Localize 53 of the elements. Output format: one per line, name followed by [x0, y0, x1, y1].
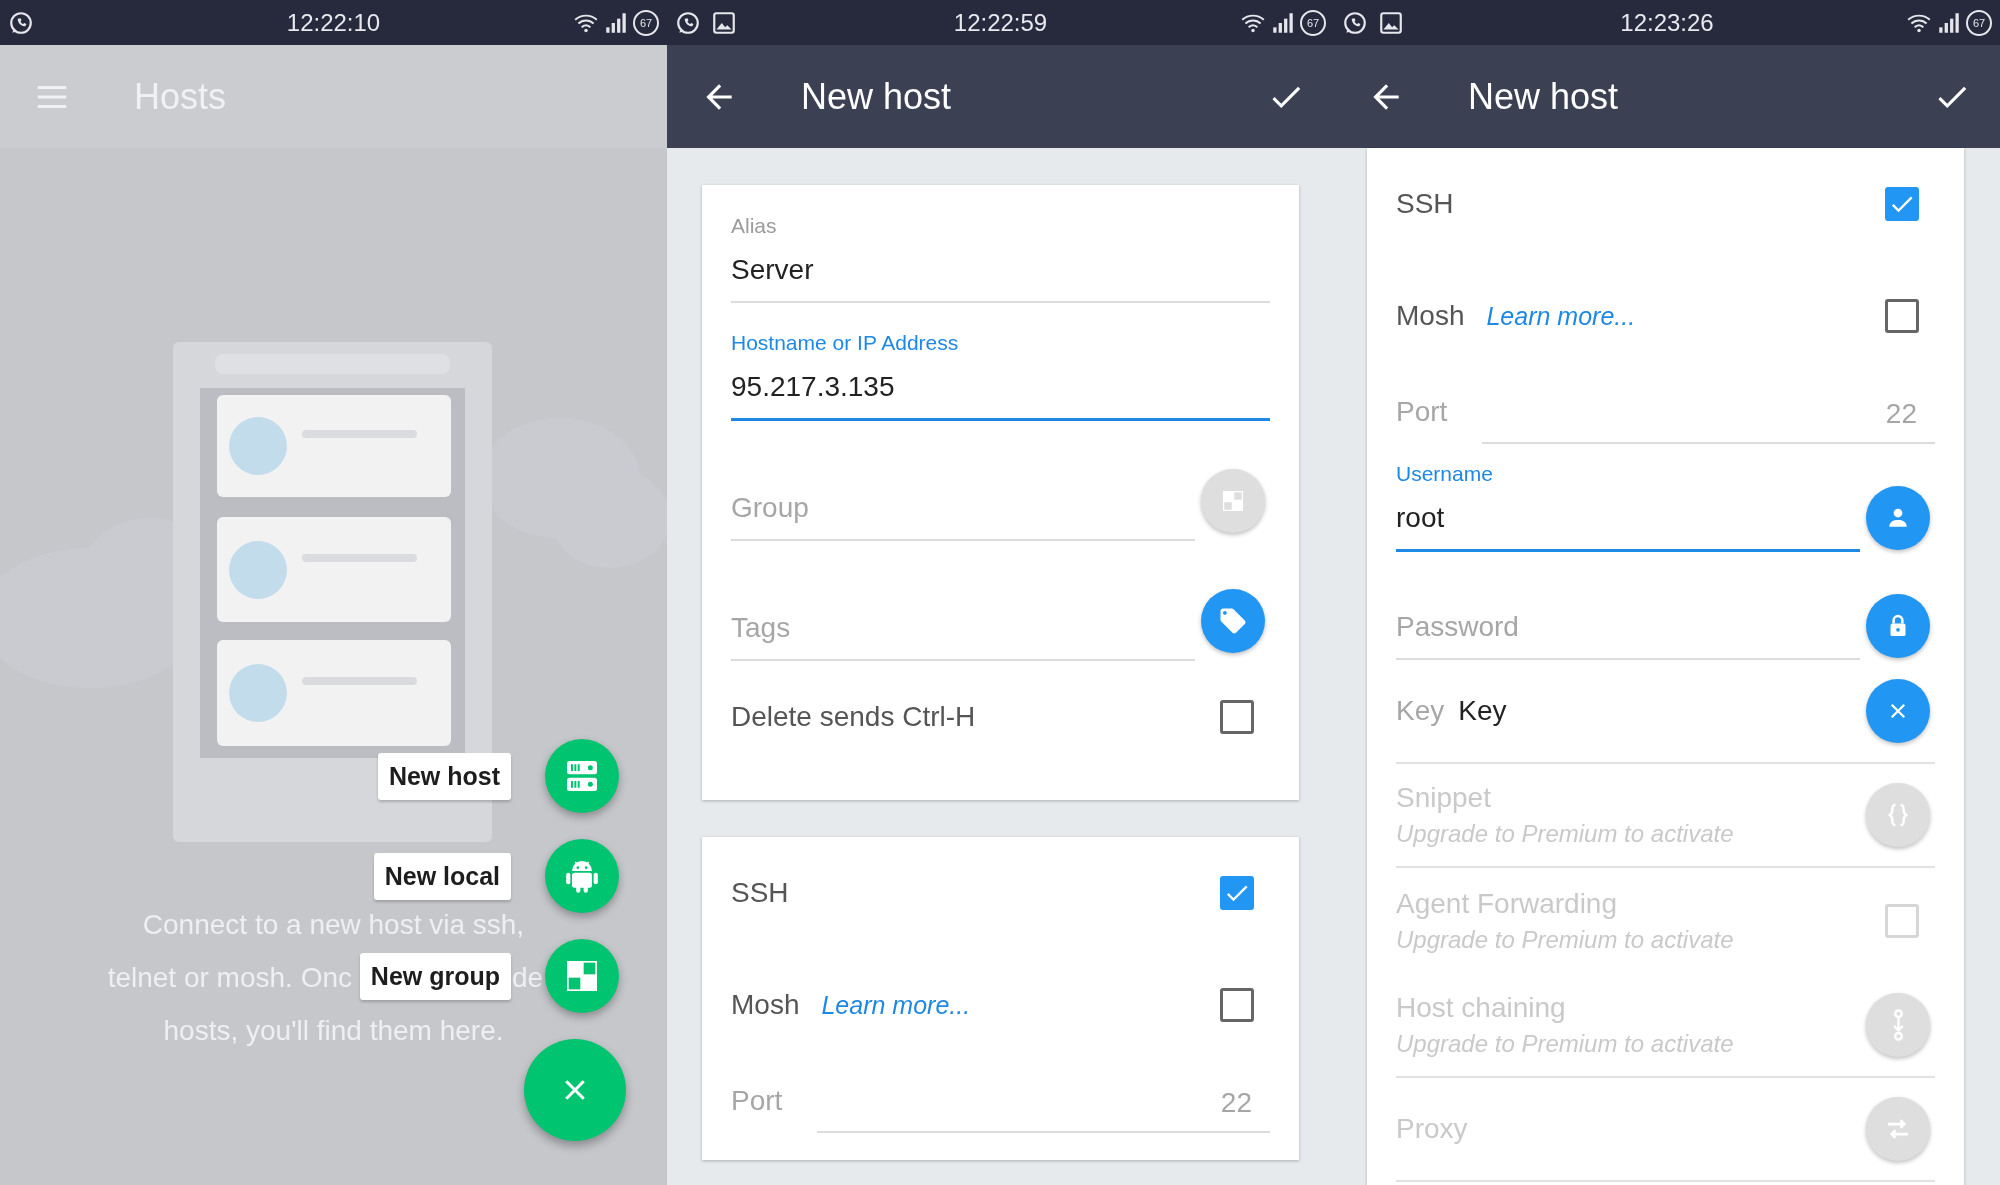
learn-more-link[interactable]: Learn more...	[1486, 302, 1636, 331]
chat-icon	[1342, 9, 1368, 36]
input-field[interactable]: Password	[1396, 596, 1860, 660]
tag-icon	[1218, 606, 1248, 636]
field-label: Alias	[731, 213, 778, 239]
fab-label[interactable]: New group	[359, 952, 511, 1000]
new-local-button[interactable]	[545, 839, 619, 913]
fab-label[interactable]: New host	[377, 752, 511, 800]
port-field[interactable]: 22	[817, 1075, 1270, 1133]
field-label: Hostname or IP Address	[731, 330, 960, 356]
chat-icon	[8, 9, 34, 36]
image-icon	[711, 9, 737, 36]
battery-indicator: 67	[1966, 9, 1992, 36]
field-label: Username	[1396, 461, 1494, 487]
port-field[interactable]: 22	[1482, 386, 1935, 444]
field-label: Port	[1396, 396, 1449, 429]
battery-indicator: 67	[1300, 9, 1326, 36]
clear-key-button[interactable]	[1866, 679, 1930, 743]
new-host-button[interactable]	[545, 739, 619, 813]
input-field[interactable]: root	[1396, 487, 1860, 552]
input-field[interactable]: Server	[731, 239, 1270, 303]
toolbar-title: New host	[801, 75, 952, 118]
identity-button[interactable]	[1866, 486, 1930, 550]
option-label: Mosh	[731, 989, 800, 1021]
new-group-button[interactable]	[545, 939, 619, 1013]
option-label: Mosh	[1396, 300, 1465, 332]
status-time: 12:22:10	[286, 8, 381, 37]
option-label: SSH	[1396, 188, 1454, 220]
learn-more-link[interactable]: Learn more...	[821, 991, 971, 1020]
checkbox[interactable]	[1220, 988, 1254, 1022]
close-menu-button[interactable]	[524, 1039, 626, 1141]
tags-button[interactable]	[1201, 589, 1265, 653]
password-button[interactable]	[1866, 594, 1930, 658]
toolbar-title: New host	[1468, 75, 1619, 118]
field-label: Key	[1396, 695, 1445, 727]
checkbox[interactable]	[1220, 876, 1254, 910]
status-time: 12:23:26	[1620, 8, 1714, 37]
option-label: Delete sends Ctrl-H	[731, 701, 976, 733]
field-label: Port	[731, 1085, 784, 1118]
chain-icon	[1893, 1009, 1903, 1041]
checkbox[interactable]	[1885, 299, 1919, 333]
input-field[interactable]: Tags	[731, 597, 1195, 661]
checkbox[interactable]	[1885, 187, 1919, 221]
input-field[interactable]: Group	[731, 477, 1195, 541]
status-time: 12:22:59	[953, 8, 1048, 37]
key-field[interactable]: Key	[1458, 695, 1860, 727]
option-label: SSH	[731, 877, 789, 909]
chat-icon	[675, 9, 701, 36]
checkbox[interactable]	[1220, 700, 1254, 734]
fab-label[interactable]: New local	[373, 852, 511, 900]
battery-indicator: 67	[633, 9, 659, 36]
input-field[interactable]: 95.217.3.135	[731, 356, 1270, 421]
image-icon	[1378, 9, 1404, 36]
